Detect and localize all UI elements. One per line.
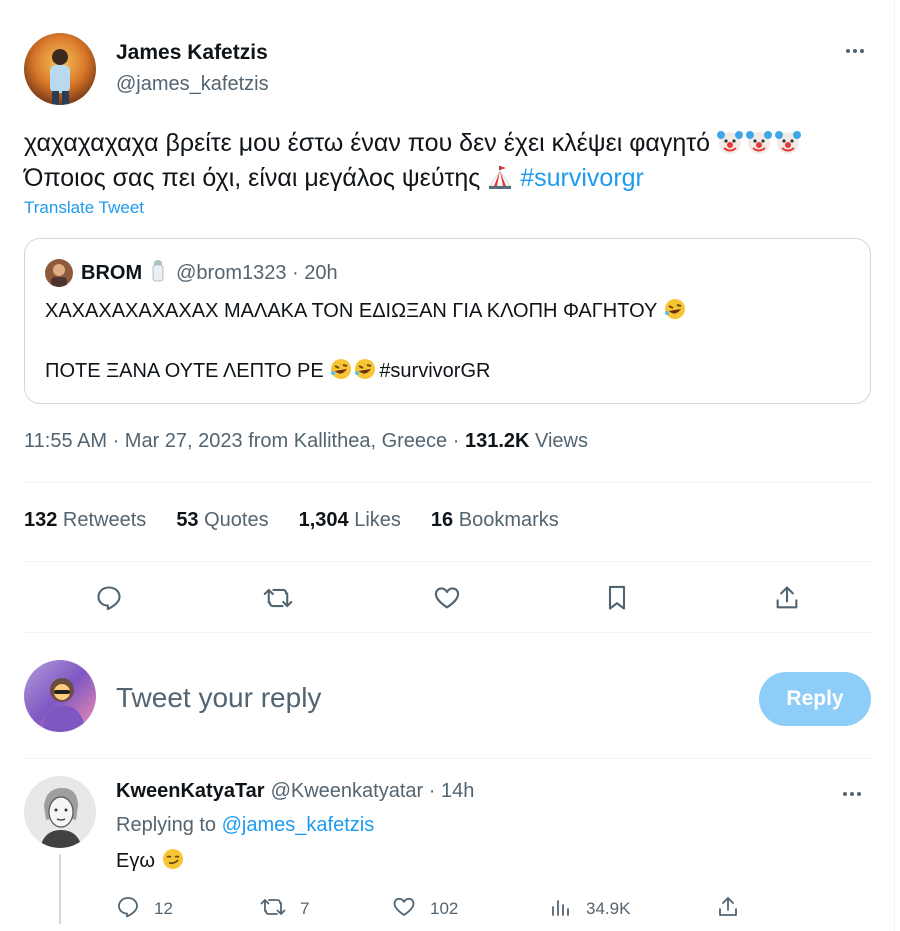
clown-emoji (717, 129, 802, 163)
share-icon (716, 895, 740, 924)
author-row: James Kafetzis @james_kafetzis (24, 33, 874, 105)
replying-to: Replying to @james_kafetzis (116, 814, 374, 837)
reply-views-action[interactable]: 34.9K (548, 894, 630, 924)
tweet-text-line2: Όποιος σας πει όχι, είναι μεγάλος ψεύτης (24, 164, 481, 192)
retweets-stat[interactable]: 132 Retweets (24, 509, 146, 532)
rofl-emoji (663, 297, 687, 327)
tweet-hashtag[interactable]: #survivorgr (520, 164, 644, 192)
tweet-meta: 11:55 AM · Mar 27, 2023 from Kallithea, … (24, 430, 588, 453)
likes-stat[interactable]: 1,304 Likes (299, 509, 401, 532)
reply-header: KweenKatyaTar @Kweenkatyatar · 14h (116, 780, 474, 803)
reply-actions: 12 7 102 34.9K (116, 894, 776, 924)
retweets-count: 132 (24, 509, 58, 531)
tweet-stats: 132 Retweets 53 Quotes 1,304 Likes 16 Bo… (24, 509, 559, 532)
quotes-count: 53 (176, 509, 199, 531)
more-icon[interactable] (833, 780, 871, 808)
quoted-text-line2: ΠΟΤΕ ΞΑΝΑ ΟΥΤΕ ΛΕΠΤΟ ΡΕ #survivorGR (45, 357, 490, 387)
divider (24, 482, 871, 483)
bookmarks-label: Bookmarks (453, 509, 559, 531)
quoted-hashtag[interactable]: #survivorGR (379, 360, 490, 382)
reply-like-action[interactable]: 102 (392, 894, 458, 924)
likes-count: 1,304 (298, 509, 349, 531)
reply-tweet[interactable]: KweenKatyaTar @Kweenkatyatar · 14h Replyi… (24, 776, 871, 926)
views-label: Views (529, 430, 588, 452)
views-count-reply: 34.9K (586, 899, 631, 918)
salt-shaker-emoji (150, 258, 166, 288)
quoted-tweet[interactable]: BROM @brom1323 · 20h ΧΑΧΑΧΑΧΑΧΑΧΑΧ ΜΑΛΑΚ… (24, 238, 871, 404)
reply-icon[interactable] (93, 582, 125, 614)
reply-text-content: Εγω (116, 850, 155, 872)
tweet-actions (24, 578, 871, 618)
views-icon (548, 895, 572, 924)
reply-reply-action[interactable]: 12 (116, 894, 173, 924)
reply-icon (116, 895, 140, 924)
quoted-text-1: ΧΑΧΑΧΑΧΑΧΑΧΑΧ ΜΑΛΑΚΑ ΤΟΝ ΕΔΙΩΞΑΝ ΓΙΑ ΚΛΟ… (45, 300, 657, 322)
like-count: 102 (430, 899, 459, 918)
tweet-detail: James Kafetzis @james_kafetzis χαχαχαχαχ… (0, 0, 895, 931)
like-icon[interactable] (431, 582, 463, 614)
more-icon[interactable] (836, 35, 874, 67)
quoted-text-2: ΠΟΤΕ ΞΑΝΑ ΟΥΤΕ ΛΕΠΤΟ ΡΕ (45, 360, 324, 382)
quotes-stat[interactable]: 53 Quotes (176, 509, 268, 532)
reply-author-handle: @Kweenkatyatar · 14h (270, 780, 475, 802)
reply-author-name[interactable]: KweenKatyaTar (116, 780, 265, 802)
retweet-count: 7 (300, 899, 310, 918)
reply-author-avatar[interactable] (24, 776, 96, 848)
tweet-text: χαχαχαχαχα βρείτε μου έστω έναν που δεν … (24, 128, 874, 198)
divider (24, 758, 871, 759)
retweet-icon[interactable] (262, 582, 294, 614)
quoted-text-line1: ΧΑΧΑΧΑΧΑΧΑΧΑΧ ΜΑΛΑΚΑ ΤΟΝ ΕΔΙΩΞΑΝ ΓΙΑ ΚΛΟ… (45, 297, 687, 327)
quotes-label: Quotes (198, 509, 269, 531)
quoted-author-handle: @brom1323 · 20h (176, 261, 338, 284)
reply-share-action[interactable] (716, 894, 740, 924)
share-icon[interactable] (771, 582, 803, 614)
rofl-emoji (329, 357, 379, 387)
my-avatar[interactable] (24, 660, 96, 732)
quoted-tweet-header: BROM @brom1323 · 20h (45, 259, 338, 287)
author-name[interactable]: James Kafetzis (116, 41, 268, 65)
tweet-timestamp[interactable]: 11:55 AM · Mar 27, 2023 from Kallithea, … (24, 430, 465, 452)
reply-text: Εγω (116, 847, 185, 877)
bookmark-icon[interactable] (601, 582, 633, 614)
retweets-label: Retweets (57, 509, 147, 531)
likes-label: Likes (348, 509, 401, 531)
tweet-text-line1: χαχαχαχαχα βρείτε μου έστω έναν που δεν … (24, 129, 711, 157)
author-handle[interactable]: @james_kafetzis (116, 73, 269, 96)
reply-count: 12 (154, 899, 173, 918)
reply-input[interactable] (116, 678, 676, 718)
quoted-author-name[interactable]: BROM (81, 262, 142, 285)
bookmarks-stat[interactable]: 16 Bookmarks (431, 509, 559, 532)
reply-retweet-action[interactable]: 7 (260, 894, 309, 924)
circus-tent-emoji (487, 164, 513, 198)
reply-button[interactable]: Reply (759, 672, 871, 726)
quoted-author-avatar[interactable] (45, 259, 73, 287)
reply-composer: Reply (24, 660, 871, 734)
divider (24, 632, 871, 633)
thread-line (59, 854, 61, 924)
views-count: 131.2K (464, 430, 530, 452)
like-icon (392, 895, 416, 924)
author-avatar[interactable] (24, 33, 96, 105)
retweet-icon (260, 895, 286, 924)
replying-to-mention[interactable]: @james_kafetzis (222, 814, 375, 836)
replying-to-prefix: Replying to (116, 814, 222, 836)
smirk-emoji (161, 847, 185, 877)
translate-tweet-link[interactable]: Translate Tweet (24, 198, 144, 218)
divider (24, 561, 871, 562)
bookmarks-count: 16 (430, 509, 454, 531)
